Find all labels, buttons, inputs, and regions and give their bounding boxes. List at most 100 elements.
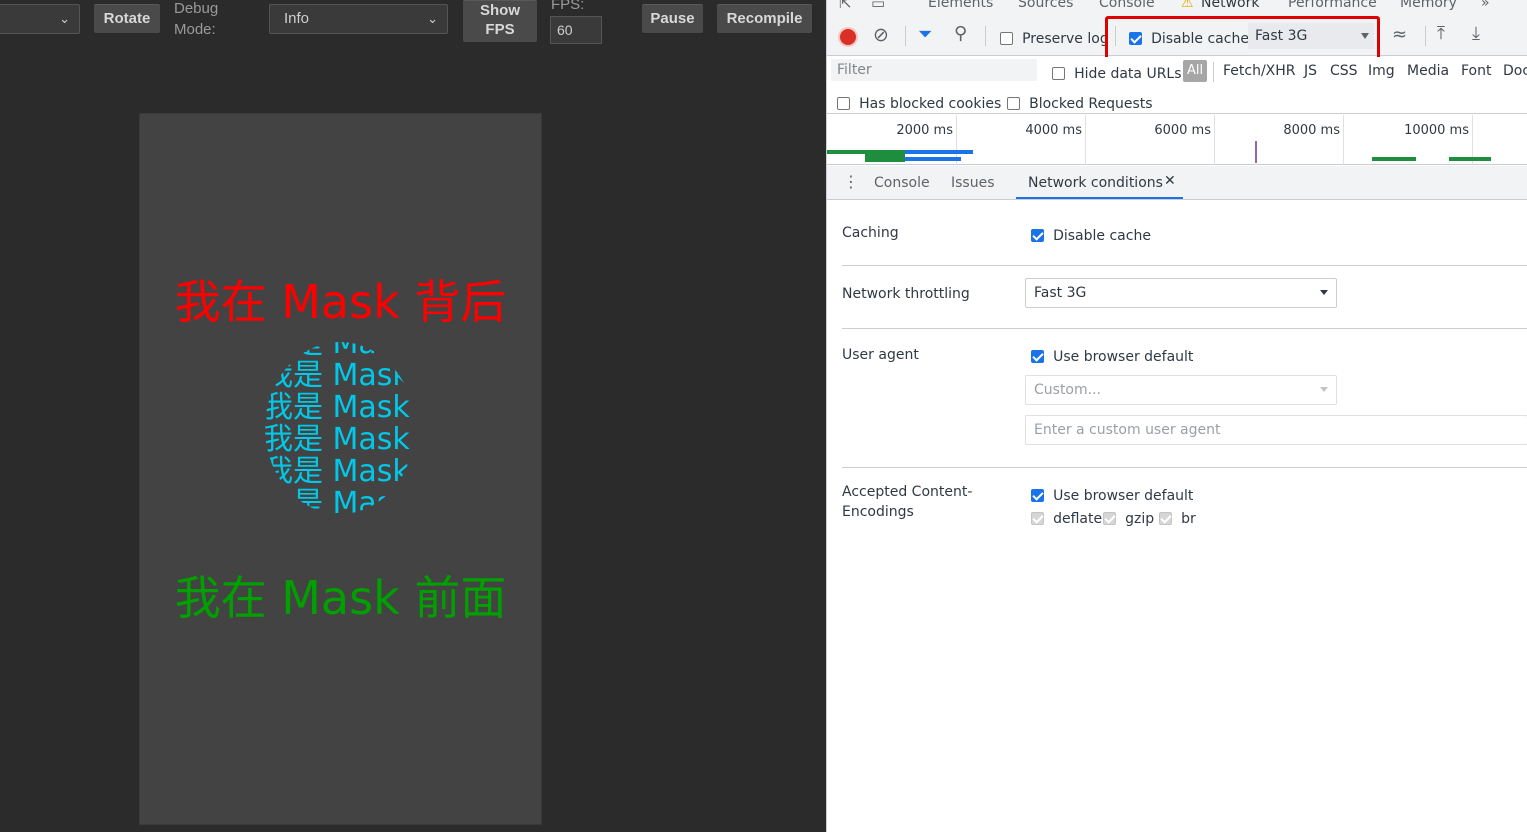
fps-input[interactable]: 60 bbox=[550, 16, 602, 44]
ua-browser-default-label: Use browser default bbox=[1053, 349, 1194, 365]
timeline-bar bbox=[905, 150, 973, 154]
drawer-tab-issues[interactable]: Issues bbox=[951, 175, 995, 191]
game-preview: ⌄ Rotate Debug Mode: Info ⌄ Show FPS FPS… bbox=[0, 0, 826, 832]
network-throttling-value: Fast 3G bbox=[1034, 285, 1087, 301]
section-divider bbox=[842, 328, 1527, 329]
tab-memory[interactable]: Memory bbox=[1400, 0, 1457, 11]
encoding-gzip-check[interactable] bbox=[1103, 512, 1116, 525]
blocked-filters: Has blocked cookies Blocked Requests bbox=[827, 88, 1527, 114]
timeline-tick: 6000 ms bbox=[1154, 123, 1211, 138]
record-icon[interactable] bbox=[840, 29, 856, 45]
nc-disable-cache-check[interactable] bbox=[1031, 229, 1044, 242]
drawer-menu-icon[interactable]: ⋮ bbox=[843, 172, 859, 191]
warning-icon: ⚠ bbox=[1181, 0, 1194, 11]
blocked-requests-check[interactable] bbox=[1007, 97, 1020, 110]
type-filter-js[interactable]: JS bbox=[1304, 63, 1317, 79]
dropdown-arrow-icon bbox=[1320, 290, 1328, 295]
toolbar-divider bbox=[1213, 62, 1214, 82]
encodings-browser-default-check[interactable] bbox=[1031, 489, 1044, 502]
toolbar-divider bbox=[1425, 26, 1426, 46]
chevron-down-icon: ⌄ bbox=[59, 11, 70, 26]
tab-console[interactable]: Console bbox=[1099, 0, 1155, 11]
timeline-tick: 8000 ms bbox=[1283, 123, 1340, 138]
encoding-gzip-checkbox[interactable]: gzip bbox=[1103, 508, 1154, 527]
accepted-encodings-label: Accepted Content- Encodings bbox=[842, 484, 973, 520]
nc-disable-cache-checkbox[interactable]: Disable cache bbox=[1031, 225, 1151, 244]
more-tabs-icon[interactable]: » bbox=[1481, 0, 1490, 11]
timeline-bar bbox=[1449, 157, 1491, 161]
has-blocked-cookies-check[interactable] bbox=[837, 97, 850, 110]
type-filter-css[interactable]: CSS bbox=[1330, 63, 1358, 79]
rotate-button[interactable]: Rotate bbox=[93, 3, 161, 34]
type-filter-fetch-xhr[interactable]: Fetch/XHR bbox=[1223, 63, 1296, 79]
hide-data-urls-checkbox[interactable]: Hide data URLs bbox=[1052, 63, 1182, 82]
nc-disable-cache-label: Disable cache bbox=[1053, 228, 1151, 244]
encoding-br-checkbox[interactable]: br bbox=[1159, 508, 1196, 527]
preserve-log-check[interactable] bbox=[1000, 32, 1013, 45]
import-har-icon[interactable]: ⤒ bbox=[1437, 23, 1445, 44]
debug-mode-select[interactable]: Info ⌄ bbox=[269, 4, 448, 34]
network-throttling-label: Network throttling bbox=[842, 286, 970, 302]
encodings-browser-default-checkbox[interactable]: Use browser default bbox=[1031, 485, 1193, 504]
encoding-deflate-check[interactable] bbox=[1031, 512, 1044, 525]
type-filter-doc[interactable]: Doc bbox=[1503, 63, 1527, 79]
behind-mask-label: 我在 Mask 背后 bbox=[174, 275, 507, 329]
filter-input[interactable]: Filter bbox=[831, 59, 1037, 81]
hide-data-urls-check[interactable] bbox=[1052, 67, 1065, 80]
game-canvas[interactable]: 我在 Mask 背后 我是 Mask 我是 Mask 我是 Mask 我是 Ma… bbox=[139, 113, 542, 825]
tab-sources[interactable]: Sources bbox=[1018, 0, 1073, 11]
filter-icon[interactable]: ⏷ bbox=[918, 24, 932, 45]
section-divider bbox=[842, 265, 1527, 266]
timeline-marker bbox=[1255, 141, 1257, 163]
blocked-requests-checkbox[interactable]: Blocked Requests bbox=[1007, 93, 1153, 112]
network-throttling-select[interactable]: Fast 3G bbox=[1025, 278, 1337, 308]
network-conditions-panel: Caching Disable cache Network throttling… bbox=[827, 201, 1527, 832]
devtools-main-tabs: ⇱ ▭ Elements Sources Console ⚠ Network P… bbox=[827, 0, 1527, 14]
tab-performance[interactable]: Performance bbox=[1288, 0, 1377, 11]
ua-browser-default-checkbox[interactable]: Use browser default bbox=[1031, 346, 1193, 365]
type-filter-img[interactable]: Img bbox=[1368, 63, 1395, 79]
export-har-icon[interactable]: ⤓ bbox=[1472, 23, 1480, 44]
encoding-deflate-checkbox[interactable]: deflate bbox=[1031, 508, 1102, 527]
drawer-tab-console[interactable]: Console bbox=[874, 175, 930, 191]
custom-user-agent-value: Custom... bbox=[1034, 382, 1101, 398]
mask-label: 我是 Mask bbox=[265, 422, 410, 457]
timeline-gridline bbox=[1085, 115, 1086, 165]
pause-button[interactable]: Pause bbox=[641, 3, 704, 34]
timeline-tick: 4000 ms bbox=[1025, 123, 1082, 138]
network-overview[interactable]: 2000 ms 4000 ms 6000 ms 8000 ms 10000 ms bbox=[827, 115, 1527, 165]
type-filter-font[interactable]: Font bbox=[1461, 63, 1491, 79]
active-tab-indicator bbox=[1016, 197, 1183, 199]
encoding-br-check[interactable] bbox=[1159, 512, 1172, 525]
encoding-deflate-label: deflate bbox=[1053, 511, 1103, 527]
network-toolbar: ⊘ ⏷ ⚲ Preserve log Disable cache Fast 3G… bbox=[827, 14, 1527, 62]
type-filter-media[interactable]: Media bbox=[1407, 63, 1449, 79]
debug-mode-label: Debug Mode: bbox=[174, 0, 219, 38]
highlight-box bbox=[1105, 16, 1380, 62]
user-agent-label: User agent bbox=[842, 347, 919, 363]
recompile-button[interactable]: Recompile bbox=[716, 3, 813, 34]
custom-user-agent-input[interactable]: Enter a custom user agent bbox=[1025, 415, 1527, 445]
type-filter-all[interactable]: All bbox=[1183, 60, 1207, 82]
ua-browser-default-check[interactable] bbox=[1031, 350, 1044, 363]
search-icon[interactable]: ⚲ bbox=[954, 23, 967, 44]
tab-network[interactable]: Network bbox=[1201, 0, 1259, 11]
custom-user-agent-select[interactable]: Custom... bbox=[1025, 375, 1337, 405]
network-conditions-icon[interactable]: ≈ bbox=[1392, 24, 1407, 45]
section-divider bbox=[842, 467, 1527, 468]
show-fps-button[interactable]: Show FPS bbox=[462, 0, 538, 43]
chevron-down-icon: ⌄ bbox=[427, 11, 438, 26]
tab-elements[interactable]: Elements bbox=[928, 0, 993, 11]
timeline-tick: 10000 ms bbox=[1404, 123, 1469, 138]
scene-select[interactable]: ⌄ bbox=[0, 4, 80, 34]
clear-icon[interactable]: ⊘ bbox=[873, 24, 889, 46]
close-icon[interactable]: ✕ bbox=[1164, 173, 1176, 189]
preserve-log-checkbox[interactable]: Preserve log bbox=[1000, 28, 1109, 47]
has-blocked-cookies-checkbox[interactable]: Has blocked cookies bbox=[837, 93, 1001, 112]
drawer-tabs: ⋮ Console Issues Network conditions ✕ bbox=[827, 166, 1527, 200]
device-toolbar-icon[interactable]: ▭ bbox=[871, 0, 885, 12]
mask-label: 我是 Mask bbox=[265, 486, 410, 515]
timeline-gridline bbox=[1214, 115, 1215, 165]
drawer-tab-network-conditions[interactable]: Network conditions bbox=[1028, 175, 1163, 191]
inspect-element-icon[interactable]: ⇱ bbox=[839, 0, 852, 12]
